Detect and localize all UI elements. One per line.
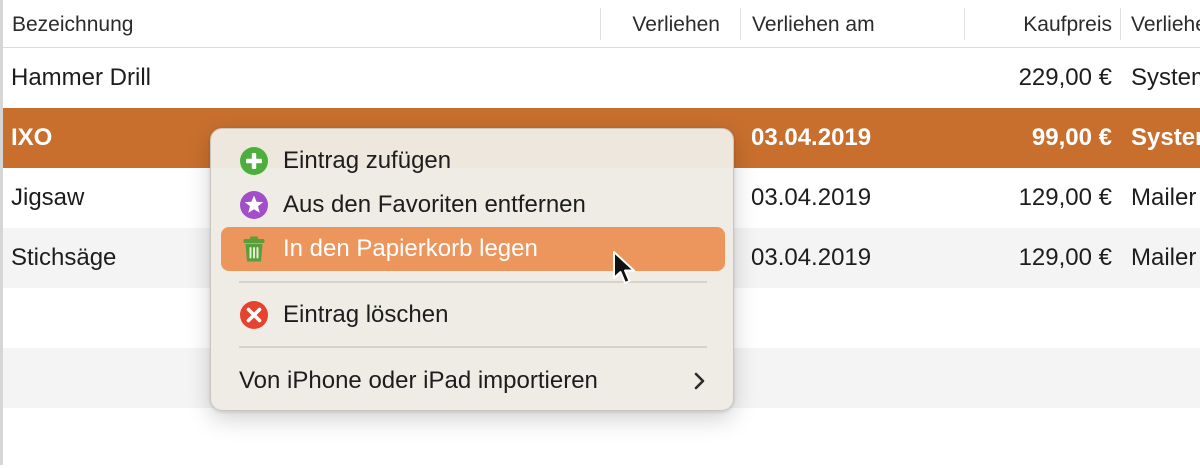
window-left-edge (0, 0, 3, 465)
table-row[interactable]: Hammer Drill 229,00 € System (0, 48, 1200, 108)
context-menu: Eintrag zufügen Aus den Favoriten entfer… (210, 128, 734, 411)
column-divider[interactable] (964, 8, 965, 40)
cell-verliehen-am: 03.04.2019 (751, 124, 872, 151)
cell-kaufpreis: 229,00 € (1018, 64, 1112, 91)
menu-item-label: Eintrag löschen (283, 301, 449, 328)
cell-verliehen-am (751, 48, 961, 108)
star-circle-icon (240, 191, 268, 219)
menu-item-label: In den Papierkorb legen (283, 235, 538, 262)
table-header: Bezeichnung Verliehen Verliehen am Kaufp… (0, 0, 1200, 48)
cell-verliehen-an: Mailer (1131, 184, 1197, 211)
column-header-kaufpreis[interactable]: Kaufpreis (970, 0, 1112, 48)
column-header-bezeichnung[interactable]: Bezeichnung (12, 0, 592, 48)
menu-item-remove-favorite[interactable]: Aus den Favoriten entfernen (221, 183, 725, 227)
cell-verliehen (606, 48, 720, 108)
menu-item-move-to-trash[interactable]: In den Papierkorb legen (221, 227, 725, 271)
column-divider[interactable] (1120, 8, 1121, 40)
menu-item-add-entry[interactable]: Eintrag zufügen (221, 139, 725, 183)
empty-row (0, 408, 1200, 468)
plus-circle-icon (240, 147, 268, 175)
cell-verliehen-am: 03.04.2019 (751, 184, 872, 211)
column-header-verliehen-an[interactable]: Verliehen an (1131, 0, 1200, 48)
cell-kaufpreis: 99,00 € (1031, 124, 1112, 151)
cell-verliehen-am: 03.04.2019 (751, 244, 872, 271)
menu-item-delete-entry[interactable]: Eintrag löschen (221, 293, 725, 337)
cell-bezeichnung: Hammer Drill (11, 64, 151, 91)
chevron-right-icon (694, 372, 705, 390)
column-divider[interactable] (600, 8, 601, 40)
menu-item-label: Eintrag zufügen (283, 147, 452, 174)
cell-verliehen-an: System (1131, 64, 1200, 91)
cell-verliehen-an: Mailer (1131, 244, 1197, 271)
column-header-verliehen[interactable]: Verliehen (606, 0, 720, 48)
menu-separator (239, 346, 707, 348)
mouse-cursor-icon (613, 251, 635, 284)
menu-item-label: Aus den Favoriten entfernen (283, 191, 586, 218)
menu-item-import-from-iphone-ipad[interactable]: Von iPhone oder iPad importieren (221, 359, 725, 403)
column-header-verliehen-am[interactable]: Verliehen am (752, 0, 962, 48)
column-divider[interactable] (740, 8, 741, 40)
cell-kaufpreis: 129,00 € (1018, 244, 1112, 271)
x-circle-icon (240, 301, 268, 329)
cell-verliehen-an: System (1131, 124, 1200, 151)
trash-icon (243, 236, 265, 262)
menu-item-label: Von iPhone oder iPad importieren (239, 367, 598, 394)
cell-kaufpreis: 129,00 € (1018, 184, 1112, 211)
